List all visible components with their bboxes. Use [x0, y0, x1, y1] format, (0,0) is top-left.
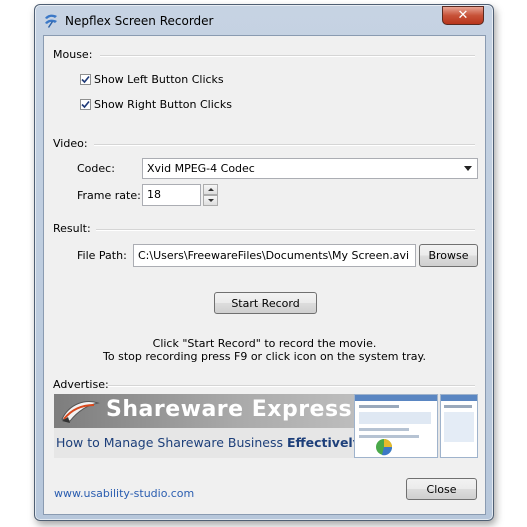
advertise-banner[interactable]: Shareware Express How to Manage Sharewar…	[54, 394, 478, 458]
frame-rate-input[interactable]: 18	[142, 184, 201, 206]
app-window: Nepflex Screen Recorder ✕ Mouse: Show Le…	[34, 4, 494, 521]
close-button-label: Close	[426, 482, 457, 496]
file-path-input[interactable]: C:\Users\FreewareFiles\Documents\My Scre…	[133, 244, 416, 267]
codec-select[interactable]: Xvid MPEG-4 Codec	[142, 158, 478, 179]
title-bar[interactable]: Nepflex Screen Recorder ✕	[35, 5, 493, 37]
browse-button[interactable]: Browse	[419, 244, 478, 267]
close-button[interactable]: Close	[406, 478, 477, 500]
spin-down-icon	[207, 199, 214, 202]
checkmark-icon	[81, 100, 90, 109]
show-left-clicks-checkbox[interactable]	[80, 74, 91, 85]
video-divider	[94, 144, 475, 146]
client-area: Mouse: Show Left Button Clicks Show Righ…	[43, 35, 486, 515]
window-close-button[interactable]: ✕	[442, 6, 484, 25]
chevron-down-icon	[464, 166, 472, 171]
instruction-line-2: To stop recording press F9 or click icon…	[103, 350, 426, 363]
banner-screenshot-main	[354, 394, 438, 458]
shuttle-logo-icon	[61, 401, 100, 423]
spin-up-icon	[207, 188, 214, 191]
mouse-section-label: Mouse:	[53, 48, 93, 61]
result-divider	[96, 229, 475, 231]
checkmark-icon	[81, 75, 90, 84]
show-right-clicks-label[interactable]: Show Right Button Clicks	[94, 98, 232, 111]
file-path-label: File Path:	[77, 249, 127, 262]
banner-subtitle-text: How to Manage Shareware Business	[56, 435, 283, 450]
show-right-clicks-checkbox[interactable]	[80, 99, 91, 110]
app-icon	[45, 14, 57, 28]
website-link[interactable]: www.usability-studio.com	[54, 487, 194, 500]
result-section-label: Result:	[53, 222, 91, 235]
frame-rate-up-button[interactable]	[203, 184, 218, 195]
frame-rate-value: 18	[147, 188, 161, 201]
start-record-label: Start Record	[231, 296, 300, 310]
codec-value: Xvid MPEG-4 Codec	[147, 162, 255, 175]
pie-chart-icon	[376, 439, 393, 456]
instruction-line-1: Click "Start Record" to record the movie…	[152, 337, 377, 350]
advertise-section-label: Advertise:	[53, 378, 109, 391]
file-path-value: C:\Users\FreewareFiles\Documents\My Scre…	[138, 249, 410, 262]
frame-rate-down-button[interactable]	[203, 195, 218, 206]
banner-subtitle-bold: Effectively	[286, 435, 361, 450]
browse-button-label: Browse	[428, 249, 469, 262]
frame-rate-label: Frame rate:	[77, 189, 141, 202]
video-section-label: Video:	[53, 137, 88, 150]
window-title: Nepflex Screen Recorder	[65, 14, 214, 28]
banner-screenshot-side	[440, 394, 478, 458]
mouse-divider	[100, 55, 475, 57]
advertise-divider	[108, 385, 475, 387]
close-icon: ✕	[457, 8, 469, 23]
banner-title: Shareware Express	[106, 397, 353, 422]
codec-label: Codec:	[77, 162, 115, 175]
show-left-clicks-label[interactable]: Show Left Button Clicks	[94, 73, 224, 86]
start-record-button[interactable]: Start Record	[214, 292, 317, 314]
banner-subtitle: How to Manage Shareware Business Effecti…	[56, 435, 361, 450]
